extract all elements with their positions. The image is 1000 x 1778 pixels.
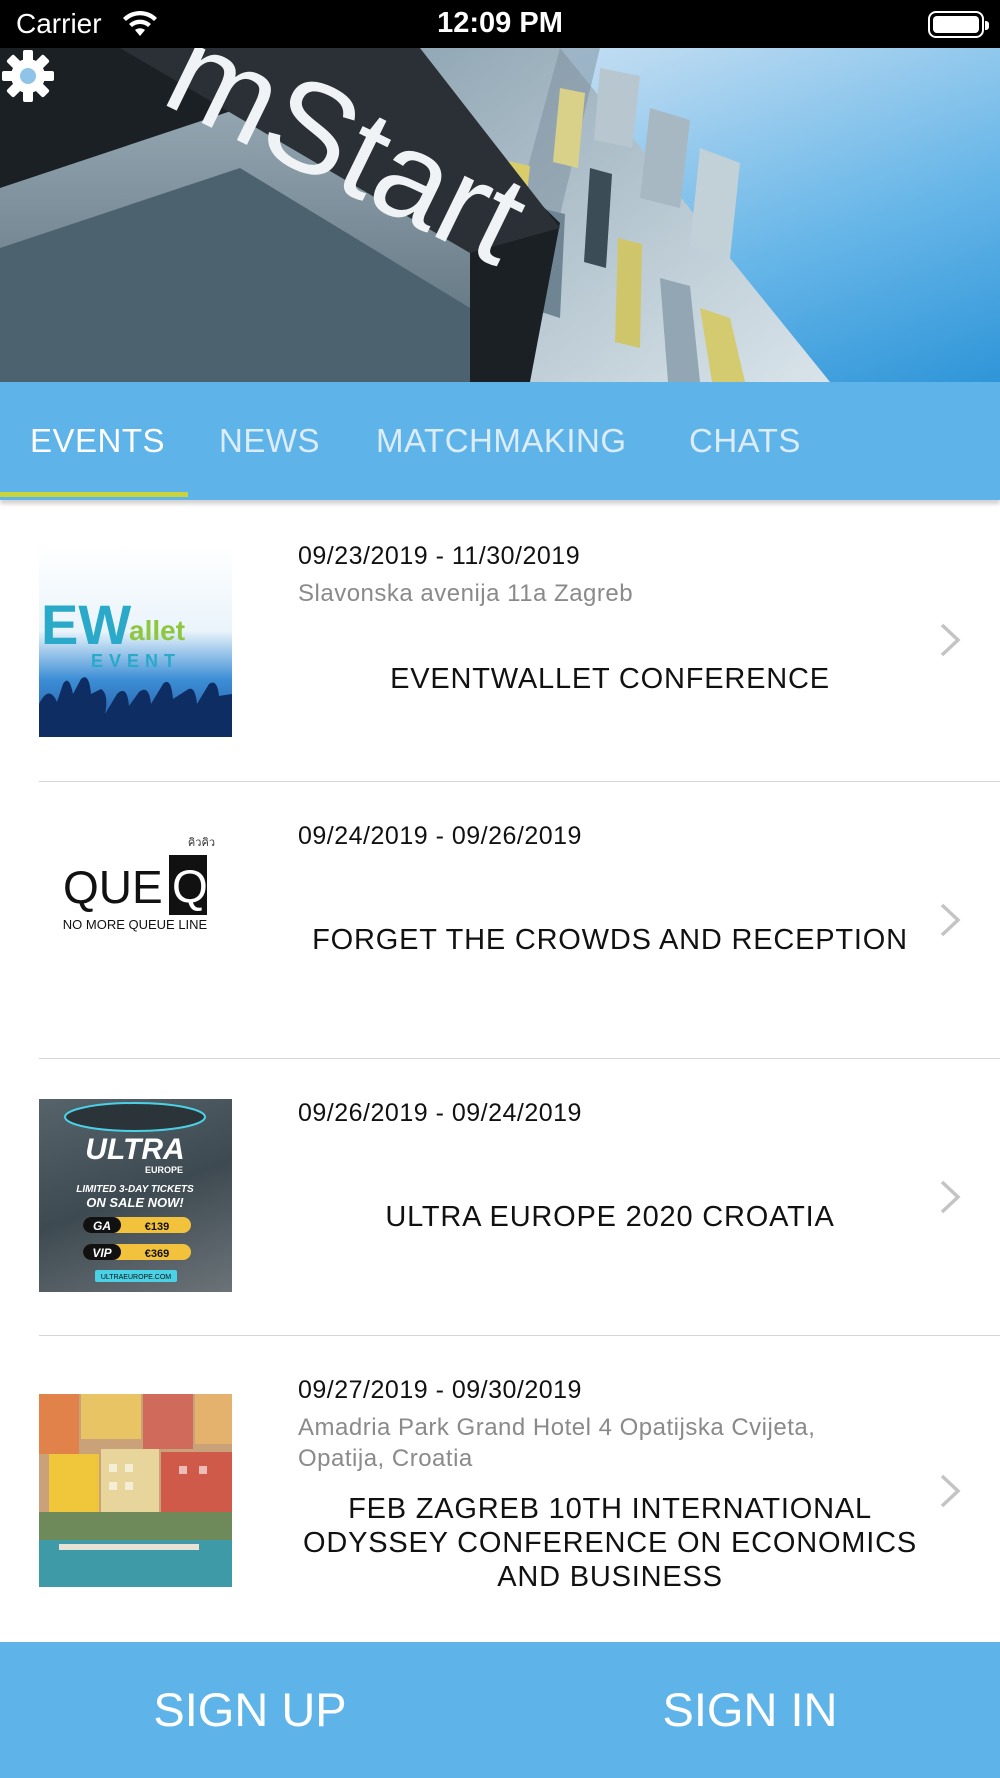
- event-row[interactable]: ULTRA EUROPE LIMITED 3-DAY TICKETS ON SA…: [0, 1059, 1000, 1336]
- svg-text:ULTRAEUROPE.COM: ULTRAEUROPE.COM: [101, 1274, 171, 1281]
- svg-text:ON SALE NOW!: ON SALE NOW!: [86, 1195, 184, 1210]
- event-thumbnail: ULTRA EUROPE LIMITED 3-DAY TICKETS ON SA…: [39, 1099, 232, 1292]
- auth-bar: SIGN UP SIGN IN: [0, 1642, 1000, 1778]
- chevron-right-icon: [940, 1474, 961, 1508]
- svg-text:Q: Q: [172, 860, 208, 912]
- event-thumbnail: คิวคิว QUE Q NO MORE QUEUE LINE: [39, 822, 232, 1015]
- event-address: Amadria Park Grand Hotel 4 Opatijska Cvi…: [298, 1414, 816, 1472]
- svg-text:ULTRA: ULTRA: [85, 1133, 184, 1166]
- event-row[interactable]: 09/27/2019 - 09/30/2019 Amadria Park Gra…: [0, 1336, 1000, 1642]
- event-title: FEB ZAGREB 10TH INTERNATIONAL ODYSSEY CO…: [302, 1493, 918, 1593]
- svg-text:EVENT: EVENT: [91, 651, 181, 671]
- event-title: FORGET THE CROWDS AND RECEPTION: [312, 924, 908, 956]
- event-dates: 09/27/2019 - 09/30/2019: [298, 1376, 582, 1404]
- clock: 12:09 PM: [437, 7, 563, 39]
- svg-text:LIMITED 3-DAY TICKETS: LIMITED 3-DAY TICKETS: [76, 1184, 194, 1195]
- status-bar: Carrier 12:09 PM: [0, 0, 1000, 48]
- event-title: EVENTWALLET CONFERENCE: [390, 663, 830, 695]
- svg-text:EW: EW: [41, 593, 131, 656]
- event-row[interactable]: คิวคิว QUE Q NO MORE QUEUE LINE 09/24/20…: [0, 782, 1000, 1059]
- tab-matchmaking[interactable]: MATCHMAKING: [376, 422, 627, 460]
- gear-icon[interactable]: [0, 48, 56, 104]
- event-dates: 09/23/2019 - 11/30/2019: [298, 542, 581, 570]
- chevron-right-icon: [940, 1180, 961, 1214]
- svg-text:€139: €139: [145, 1221, 169, 1233]
- event-title: ULTRA EUROPE 2020 CROATIA: [385, 1201, 835, 1233]
- sign-up-button[interactable]: SIGN UP: [0, 1642, 500, 1778]
- svg-text:คิวคิว: คิวคิว: [188, 836, 215, 849]
- chevron-right-icon: [940, 903, 961, 937]
- svg-text:VIP: VIP: [92, 1246, 112, 1260]
- event-thumbnail: [39, 1394, 232, 1587]
- active-tab-indicator: [0, 492, 188, 497]
- tab-chats[interactable]: CHATS: [689, 422, 801, 460]
- svg-text:NO MORE QUEUE LINE: NO MORE QUEUE LINE: [63, 917, 208, 932]
- sign-in-button[interactable]: SIGN IN: [500, 1642, 1000, 1778]
- battery-icon: [928, 11, 989, 38]
- event-dates: 09/24/2019 - 09/26/2019: [298, 822, 582, 850]
- svg-text:EUROPE: EUROPE: [145, 1165, 183, 1175]
- event-address: Slavonska avenija 11a Zagreb: [298, 580, 634, 607]
- svg-text:QUE: QUE: [63, 861, 163, 913]
- svg-text:€369: €369: [145, 1248, 169, 1260]
- event-dates: 09/26/2019 - 09/24/2019: [298, 1099, 582, 1127]
- event-thumbnail: EW allet EVENT: [39, 544, 232, 737]
- svg-text:allet: allet: [129, 615, 185, 646]
- tab-events[interactable]: EVENTS: [30, 422, 165, 460]
- header-banner: mStart: [0, 48, 1000, 382]
- tab-news[interactable]: NEWS: [219, 422, 320, 460]
- tab-bar: EVENTS NEWS MATCHMAKING CHATS: [0, 382, 1000, 500]
- building-illustration: mStart: [0, 48, 830, 382]
- chevron-right-icon: [940, 623, 961, 657]
- event-row[interactable]: EW allet EVENT 09/23/2019 - 11/30/2019 S…: [0, 502, 1000, 782]
- svg-text:GA: GA: [93, 1219, 111, 1233]
